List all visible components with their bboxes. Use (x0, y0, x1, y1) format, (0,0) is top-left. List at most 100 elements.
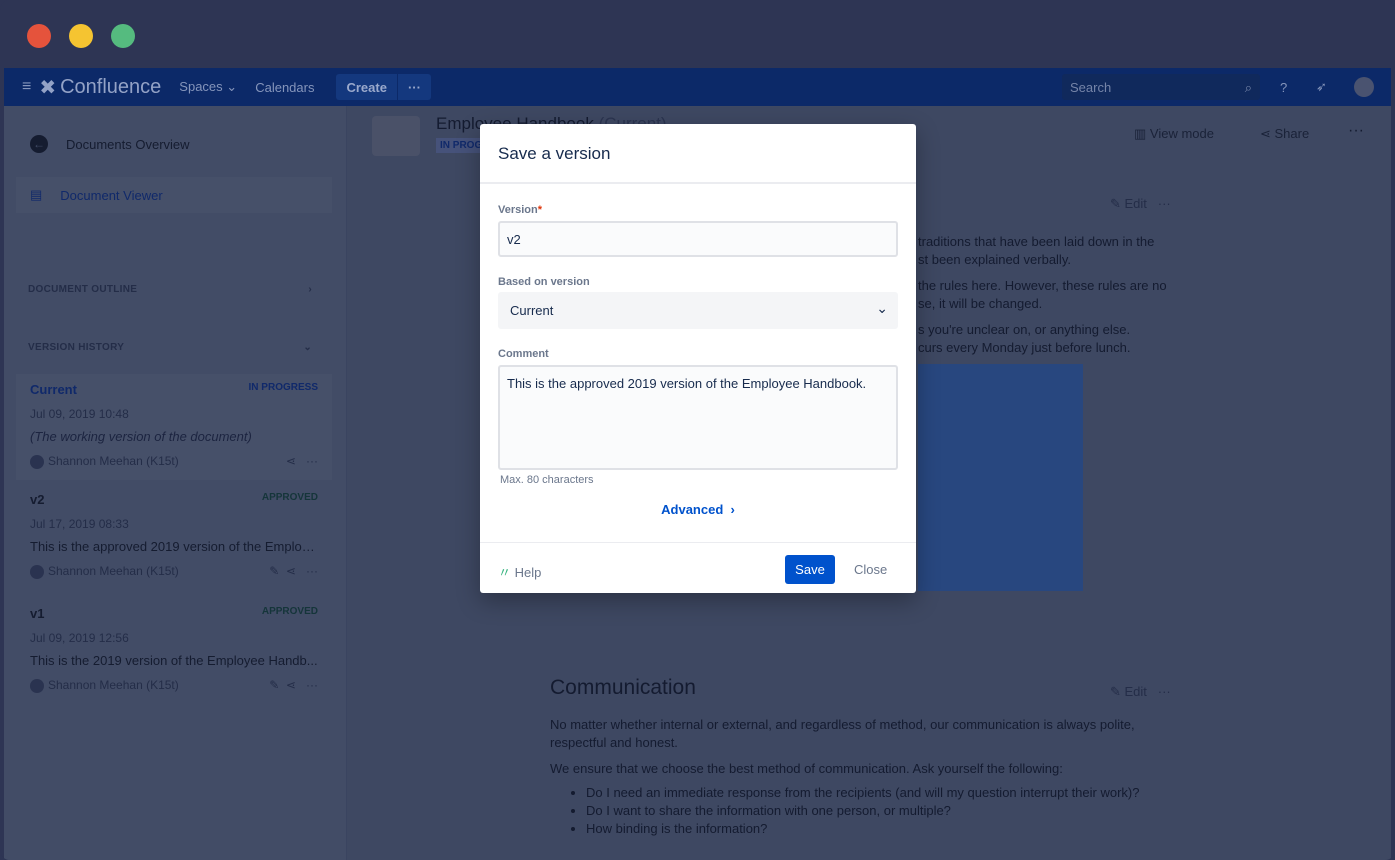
version-date: Jul 09, 2019 10:48 (30, 407, 129, 421)
required-marker: * (537, 204, 543, 216)
status-badge: APPROVED (261, 606, 318, 617)
paragraph-text: se, it will be changed. (918, 296, 1043, 311)
help-link[interactable]: 〃 Help (498, 562, 541, 581)
documents-overview-link[interactable]: ← Documents Overview (16, 126, 332, 162)
edit-icon[interactable]: ✎ (269, 564, 279, 578)
chevron-down-icon: ⌄ (226, 79, 238, 94)
version-name: v1 (30, 606, 45, 621)
character-limit-hint: Max. 80 characters (500, 474, 594, 486)
version-comment: This is the 2019 version of the Employee… (30, 653, 318, 668)
close-window-button[interactable] (27, 24, 51, 48)
share-icon[interactable]: ⋖ (286, 564, 296, 578)
version-name: Current (30, 382, 77, 397)
version-item[interactable]: v1 APPROVED Jul 09, 2019 12:56 This is th… (16, 598, 332, 704)
edit-label: Edit (1124, 684, 1147, 699)
gears-icon (372, 116, 420, 156)
save-button[interactable]: Save (785, 555, 835, 584)
search-placeholder: Search (1070, 80, 1112, 95)
help-logo-icon: 〃 (498, 565, 512, 580)
notifications-icon[interactable]: ➶ (1316, 79, 1327, 95)
share-button[interactable]: ⋖ Share (1260, 126, 1309, 142)
divider (480, 542, 916, 543)
spaces-label: Spaces (179, 79, 223, 94)
more-icon[interactable]: ··· (306, 678, 318, 692)
search-icon: ⌕ (1244, 80, 1252, 95)
view-mode-label: View mode (1149, 126, 1214, 141)
overview-label: Documents Overview (66, 136, 190, 152)
confluence-icon: ✖ (39, 76, 57, 99)
illustration-image (918, 364, 1083, 591)
avatar (30, 678, 44, 693)
app-window: ≡ ✖ Confluence Spaces ⌄ Calendars Create ·… (0, 0, 1395, 860)
help-icon[interactable]: ? (1280, 80, 1287, 95)
more-icon[interactable]: ··· (1348, 122, 1364, 140)
chevron-down-icon: ⌄ (303, 342, 312, 353)
more-icon[interactable]: ··· (306, 454, 318, 468)
paragraph-text: No matter whether internal or external, … (550, 717, 1135, 750)
version-comment: This is the approved 2019 version of the… (30, 539, 318, 554)
share-icon[interactable]: ⋖ (286, 454, 296, 468)
version-author: Shannon Meehan (K15t) (48, 454, 179, 468)
paragraph-text: traditions that have been laid down in t… (918, 234, 1155, 249)
comment-textarea[interactable]: This is the approved 2019 version of the… (498, 365, 898, 470)
comment-label: Comment (498, 348, 549, 360)
version-comment: (The working version of the document) (30, 429, 252, 444)
list-item: Do I want to share the information with … (586, 802, 1170, 820)
maximize-window-button[interactable] (111, 24, 135, 48)
document-icon: ▤ (30, 187, 43, 202)
edit-icon[interactable]: ✎ (269, 678, 279, 692)
chevron-down-icon: ⌄ (876, 300, 888, 316)
save-version-dialog: Save a version Version* v2 Based on vers… (480, 124, 916, 593)
version-value: v2 (507, 232, 521, 247)
edit-button[interactable]: ✎ Edit ··· (1110, 196, 1171, 212)
chevron-right-icon: › (308, 284, 312, 295)
brand-name: Confluence (60, 75, 162, 98)
version-date: Jul 17, 2019 08:33 (30, 517, 129, 531)
share-label: Share (1274, 126, 1310, 141)
based-on-select[interactable]: Current ⌄ (498, 292, 898, 329)
version-history-toggle[interactable]: VERSION HISTORY ⌄ (28, 342, 312, 353)
avatar[interactable] (1354, 77, 1374, 97)
based-on-value: Current (510, 303, 554, 318)
avatar (30, 454, 44, 469)
version-author: Shannon Meehan (K15t) (48, 678, 179, 692)
outline-label: DOCUMENT OUTLINE (28, 284, 138, 295)
document-viewer-link[interactable]: ▤ Document Viewer (16, 177, 332, 213)
paragraph-text: s you're unclear on, or anything else. (918, 322, 1131, 337)
edit-button[interactable]: ✎ Edit ··· (1110, 684, 1171, 700)
version-item[interactable]: Current IN PROGRESS Jul 09, 2019 10:48 (T… (16, 374, 332, 480)
more-icon[interactable]: ··· (306, 564, 318, 578)
version-date: Jul 09, 2019 12:56 (30, 631, 129, 645)
search-input[interactable]: Search ⌕ (1062, 74, 1260, 100)
paragraph-text: st been explained verbally. (918, 252, 1071, 267)
paragraph-text: curs every Monday just before lunch. (918, 340, 1131, 355)
share-icon[interactable]: ⋖ (286, 678, 296, 692)
minimize-window-button[interactable] (69, 24, 93, 48)
close-button[interactable]: Close (854, 562, 887, 577)
version-item[interactable]: v2 APPROVED Jul 17, 2019 08:33 This is th… (16, 484, 332, 590)
avatar (30, 564, 44, 579)
create-more-button[interactable]: ··· (396, 74, 431, 100)
advanced-label: Advanced (661, 502, 724, 517)
status-badge: IN PROGRESS (248, 382, 318, 393)
menu-icon[interactable]: ≡ (22, 78, 31, 96)
top-nav: ≡ ✖ Confluence Spaces ⌄ Calendars Create ·… (4, 68, 1391, 106)
spaces-menu[interactable]: Spaces ⌄ (179, 79, 237, 95)
based-on-label: Based on version (498, 276, 590, 288)
viewer-label: Document Viewer (60, 187, 163, 203)
calendars-link[interactable]: Calendars (255, 80, 314, 95)
section-heading: Communication (550, 676, 696, 699)
paragraph-text: the rules here. However, these rules are… (918, 278, 1167, 293)
view-mode-button[interactable]: ▥ View mode (1134, 126, 1214, 142)
help-label: Help (514, 565, 542, 580)
version-input[interactable]: v2 (498, 221, 898, 257)
history-label: VERSION HISTORY (28, 342, 125, 353)
status-badge: APPROVED (261, 492, 318, 503)
chevron-right-icon: › (730, 502, 735, 517)
edit-label: Edit (1124, 196, 1147, 211)
confluence-logo[interactable]: ✖ Confluence (39, 75, 161, 100)
divider (480, 182, 916, 184)
create-button[interactable]: Create (336, 74, 396, 100)
advanced-toggle[interactable]: Advanced › (480, 502, 916, 517)
document-outline-toggle[interactable]: DOCUMENT OUTLINE › (28, 284, 312, 295)
